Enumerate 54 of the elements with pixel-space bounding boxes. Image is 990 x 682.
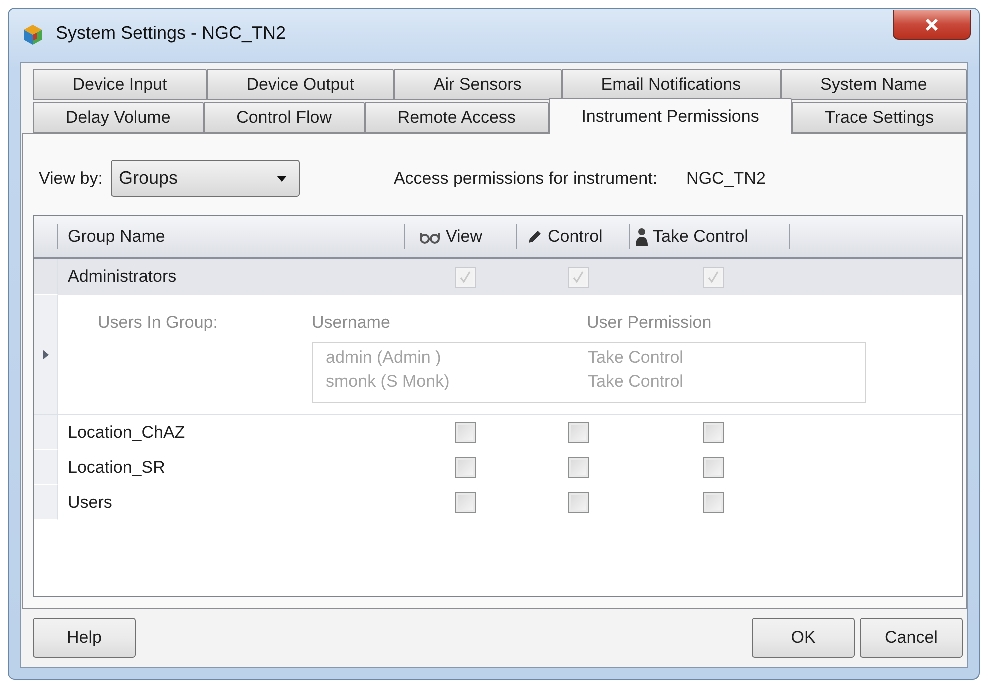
group-name: Administrators (67, 267, 178, 287)
user-permission: Take Control (588, 372, 684, 392)
tab[interactable]: System Name (780, 69, 968, 100)
column-header: Control (548, 226, 603, 246)
view-by-label: View by: (39, 168, 103, 188)
permission-checkbox[interactable] (568, 457, 589, 478)
check-icon (572, 270, 585, 284)
check-icon (707, 270, 720, 284)
cancel-button[interactable]: Cancel (860, 618, 963, 658)
permission-checkbox[interactable] (703, 492, 724, 513)
ok-button[interactable]: OK (752, 618, 855, 658)
row-header (34, 485, 58, 520)
row-pointer-icon (42, 350, 48, 360)
detail-column-header: User Permission (587, 313, 713, 333)
tab[interactable]: Device Output (206, 69, 394, 100)
users-in-group-label: Users In Group: (98, 313, 219, 334)
group-name: Location_SR (67, 458, 166, 478)
group-name: Users (67, 492, 114, 512)
tab[interactable]: Control Flow (204, 102, 365, 133)
pencil-icon (527, 228, 543, 244)
permission-checkbox[interactable] (703, 457, 724, 478)
permission-checkbox[interactable] (568, 422, 589, 443)
tab[interactable]: Instrument Permissions (548, 98, 792, 134)
username: admin (Admin ) (326, 348, 442, 368)
check-icon (459, 270, 472, 284)
person-icon (636, 228, 648, 246)
instrument-name: NGC_TN2 (686, 168, 766, 188)
permission-checkbox[interactable] (455, 422, 476, 443)
access-label: Access permissions for instrument: (394, 168, 658, 188)
column-header: View (446, 226, 483, 246)
dropdown-arrow-icon (276, 176, 287, 182)
close-icon (925, 18, 939, 30)
tab[interactable]: Delay Volume (33, 102, 204, 133)
permission-checkbox[interactable] (703, 422, 724, 443)
tab[interactable]: Trace Settings (792, 102, 968, 133)
app-logo-icon (22, 24, 44, 46)
username: smonk (S Monk) (326, 372, 451, 392)
window-title: System Settings - NGC_TN2 (56, 23, 286, 44)
close-button[interactable] (893, 10, 971, 40)
tab[interactable]: Air Sensors (394, 69, 562, 100)
help-button[interactable]: Help (33, 618, 136, 658)
column-header: Take Control (653, 226, 748, 246)
permission-checkbox[interactable] (568, 492, 589, 513)
tab[interactable]: Remote Access (364, 102, 549, 133)
view-by-dropdown[interactable]: Groups (110, 160, 300, 197)
tab[interactable]: Email Notifications (562, 69, 781, 100)
column-header: Group Name (68, 226, 166, 246)
permission-checkbox[interactable] (455, 457, 476, 478)
detail-column-header: Username (312, 313, 392, 333)
user-permission: Take Control (588, 348, 684, 368)
tab[interactable]: Device Input (33, 69, 207, 100)
permission-checkbox[interactable] (455, 492, 476, 513)
row-header (34, 450, 58, 485)
group-name: Location_ChAZ (67, 422, 186, 442)
